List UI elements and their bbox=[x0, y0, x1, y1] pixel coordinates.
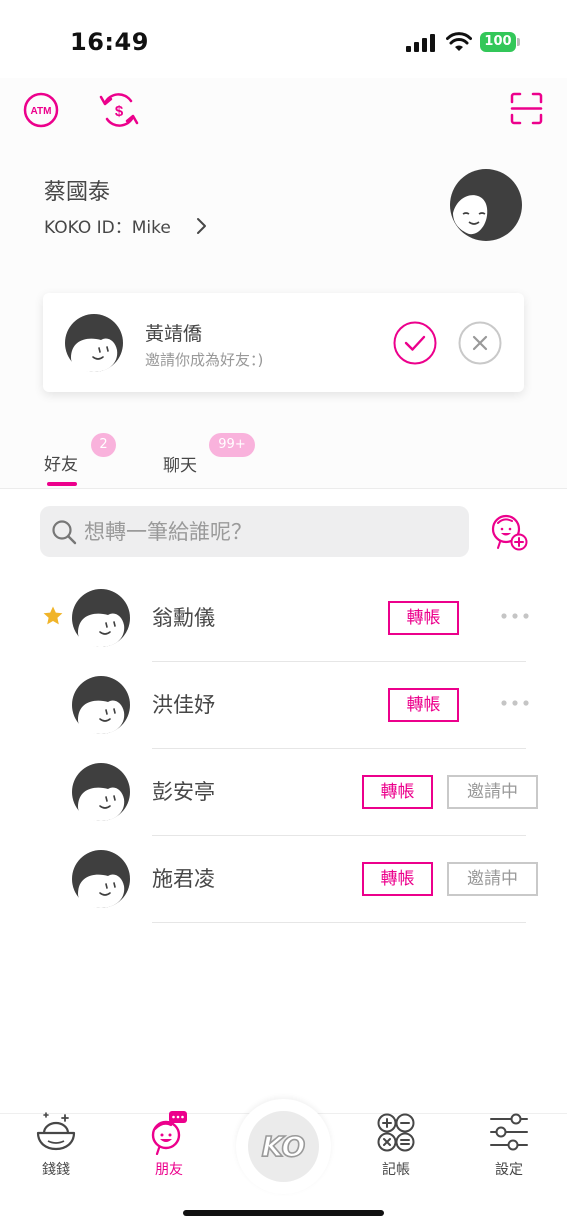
inviting-status-button[interactable]: 邀請中 bbox=[447, 775, 538, 809]
atm-icon-text: ATM bbox=[31, 106, 52, 117]
invite-avatar bbox=[65, 314, 123, 372]
chat-badge: 99+ bbox=[209, 433, 255, 457]
atm-icon[interactable]: ATM bbox=[23, 92, 59, 128]
money-icon bbox=[36, 1112, 76, 1151]
nav-money[interactable]: 錢錢 bbox=[16, 1112, 96, 1179]
koko-id-label: KOKO ID：Mike bbox=[44, 218, 171, 238]
friend-row[interactable]: 彭安亭 轉帳 邀請中 bbox=[0, 749, 567, 836]
friend-list: 翁勳儀 轉帳 洪佳妤 轉帳 彭安亭 轉帳 邀請中 施君凌 轉帳 邀請中 bbox=[0, 575, 567, 923]
tabs-divider bbox=[0, 488, 567, 489]
accounting-icon bbox=[377, 1113, 415, 1152]
ko-home-icon: KO bbox=[261, 1129, 306, 1164]
nav-home-button[interactable]: KO bbox=[236, 1099, 331, 1194]
svg-text:KO: KO bbox=[262, 1130, 306, 1163]
friend-name: 施君凌 bbox=[152, 867, 215, 891]
more-options-icon[interactable] bbox=[500, 698, 530, 708]
friend-name: 洪佳妤 bbox=[152, 693, 215, 717]
nav-friends[interactable]: 朋友 bbox=[129, 1111, 209, 1179]
more-options-icon[interactable] bbox=[500, 611, 530, 621]
inviting-status-button[interactable]: 邀請中 bbox=[447, 862, 538, 896]
status-time: 16:49 bbox=[70, 28, 149, 56]
active-tab-indicator bbox=[47, 482, 77, 486]
wifi-icon bbox=[446, 32, 472, 51]
transfer-button[interactable]: 轉帳 bbox=[388, 601, 459, 635]
transfer-button[interactable]: 轉帳 bbox=[362, 862, 433, 896]
friend-avatar bbox=[72, 589, 130, 647]
add-friend-icon[interactable] bbox=[490, 513, 528, 551]
scan-icon[interactable] bbox=[510, 92, 543, 125]
friends-badge: 2 bbox=[91, 433, 116, 457]
friends-icon bbox=[151, 1111, 187, 1155]
invite-name: 黃靖僑 bbox=[145, 323, 203, 345]
battery-level: 100 bbox=[480, 32, 516, 52]
chevron-right-icon bbox=[196, 217, 206, 234]
koko-id-link[interactable]: KOKO ID：Mike bbox=[44, 213, 209, 238]
search-input[interactable] bbox=[84, 506, 454, 557]
friend-name: 彭安亭 bbox=[152, 780, 215, 804]
row-divider bbox=[152, 922, 526, 923]
nav-friends-label: 朋友 bbox=[155, 1162, 183, 1178]
status-bar: 16:49 100 bbox=[0, 0, 567, 78]
friend-invitation-card[interactable]: 黃靖僑 邀請你成為好友：) bbox=[43, 293, 524, 392]
nav-settings[interactable]: 設定 bbox=[469, 1113, 549, 1179]
star-icon bbox=[43, 606, 63, 625]
friend-name: 翁勳儀 bbox=[152, 606, 215, 630]
nav-money-label: 錢錢 bbox=[42, 1162, 70, 1178]
transfer-button[interactable]: 轉帳 bbox=[388, 688, 459, 722]
friend-row[interactable]: 翁勳儀 轉帳 bbox=[0, 575, 567, 662]
friend-avatar bbox=[72, 763, 130, 821]
tab-chat[interactable]: 聊天 bbox=[163, 451, 197, 476]
header-area bbox=[0, 78, 567, 488]
nav-accounting-label: 記帳 bbox=[382, 1162, 410, 1178]
nav-accounting[interactable]: 記帳 bbox=[356, 1113, 436, 1179]
transfer-button[interactable]: 轉帳 bbox=[362, 775, 433, 809]
home-indicator bbox=[183, 1210, 384, 1216]
friend-avatar bbox=[72, 676, 130, 734]
signal-icon bbox=[406, 34, 435, 52]
accept-invite-button[interactable] bbox=[393, 321, 437, 365]
friend-row[interactable]: 洪佳妤 轉帳 bbox=[0, 662, 567, 749]
user-avatar[interactable] bbox=[449, 168, 523, 242]
nav-settings-label: 設定 bbox=[495, 1162, 523, 1178]
reject-invite-button[interactable] bbox=[458, 321, 502, 365]
search-bar[interactable] bbox=[40, 506, 469, 557]
invite-message: 邀請你成為好友：) bbox=[145, 351, 264, 369]
friend-avatar bbox=[72, 850, 130, 908]
svg-text:$: $ bbox=[115, 103, 124, 120]
search-icon bbox=[52, 520, 77, 545]
money-transfer-icon[interactable]: $ bbox=[99, 91, 139, 129]
settings-icon bbox=[490, 1113, 528, 1151]
friend-row[interactable]: 施君凌 轉帳 邀請中 bbox=[0, 836, 567, 923]
user-name: 蔡國泰 bbox=[44, 180, 111, 205]
tab-friends[interactable]: 好友 bbox=[44, 450, 78, 475]
battery-icon: 100 bbox=[480, 32, 520, 52]
